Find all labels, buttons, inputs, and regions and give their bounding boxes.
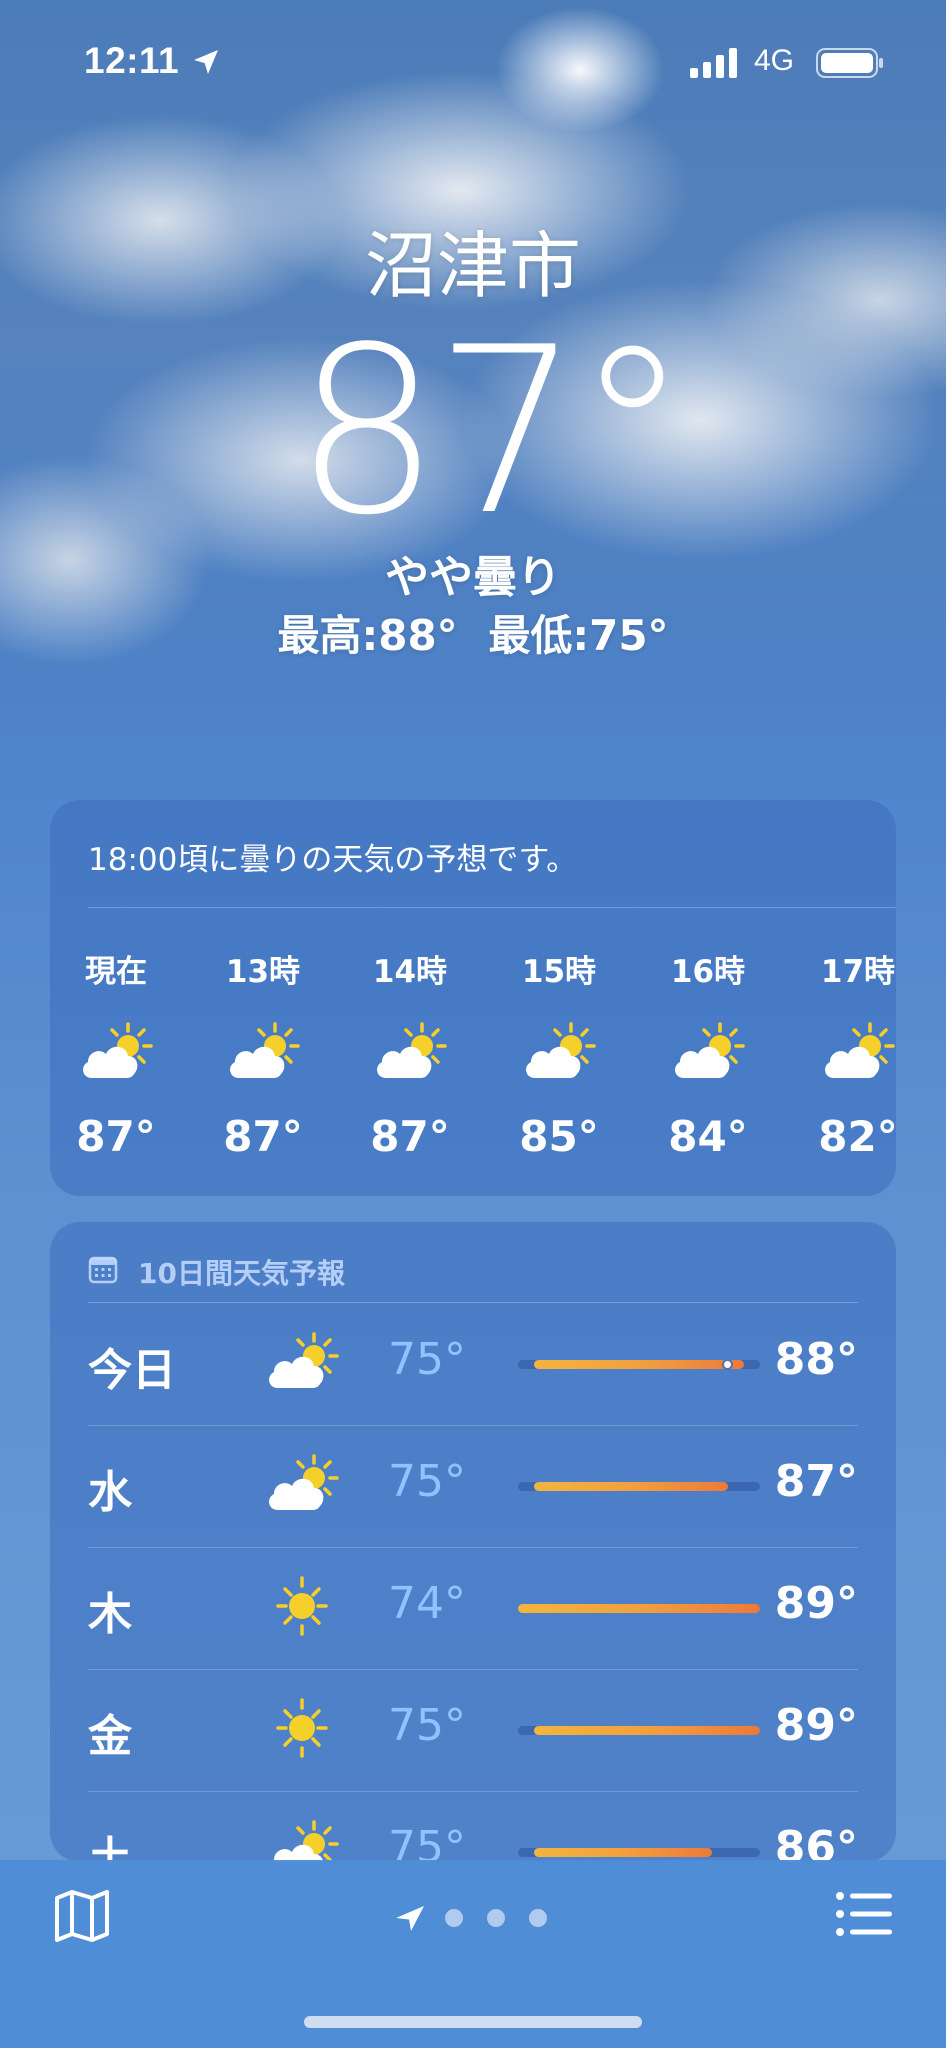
hour-label: 15時 — [521, 954, 597, 990]
page-dot — [445, 1909, 463, 1927]
daily-row[interactable]: 金 75° 89° — [88, 1670, 858, 1792]
temperature-range-fill — [518, 1604, 760, 1613]
partly-cloudy-icon — [78, 1022, 154, 1082]
hour-temperature: 87° — [223, 1112, 303, 1161]
forecast-summary: 18:00頃に曇りの天気の予想です。 — [88, 842, 578, 878]
temperature-range-bar — [518, 1604, 760, 1613]
day-name: 金 — [88, 1711, 132, 1762]
list-icon[interactable] — [836, 1892, 892, 1936]
current-temperature-dot — [721, 1359, 733, 1370]
daily-row[interactable]: 木 74° 89° — [88, 1548, 858, 1670]
partly-cloudy-icon — [264, 1818, 340, 1862]
day-high-temperature: 89° — [774, 1700, 858, 1751]
temperature-range-fill — [534, 1726, 760, 1735]
battery-icon — [816, 48, 883, 78]
divider — [88, 907, 896, 908]
hour-temperature: 87° — [76, 1112, 156, 1161]
bottom-toolbar — [0, 1860, 946, 2048]
temperature-range-fill — [534, 1848, 712, 1857]
page-dot — [487, 1909, 505, 1927]
day-name: 木 — [88, 1589, 132, 1640]
high-low-temperatures: 最高:88° 最低:75° — [0, 608, 946, 664]
location-arrow-icon — [194, 50, 218, 74]
temperature-range-bar — [518, 1848, 760, 1857]
daily-row[interactable]: 今日 75° 88° — [88, 1304, 858, 1426]
network-type: 4G — [754, 44, 795, 77]
hour-temperature: 84° — [668, 1112, 748, 1161]
hour-temperature: 87° — [370, 1112, 450, 1161]
hourly-forecast-card[interactable]: 18:00頃に曇りの天気の予想です。 現在 87° 13時 87° 14時 87° 15時 8… — [50, 800, 896, 1196]
current-location-page-icon — [396, 1906, 424, 1931]
hour-label: 現在 — [85, 954, 147, 990]
partly-cloudy-icon — [670, 1022, 746, 1082]
status-time: 12:11 — [84, 40, 180, 81]
day-low-temperature: 75° — [388, 1700, 466, 1751]
cellular-signal-icon — [690, 48, 737, 78]
hour-label: 16時 — [670, 954, 746, 990]
temperature-range-fill — [534, 1482, 728, 1491]
partly-cloudy-icon — [372, 1022, 448, 1082]
day-high-temperature: 86° — [774, 1822, 858, 1862]
partly-cloudy-icon — [521, 1022, 597, 1082]
hour-temperature: 82° — [818, 1112, 896, 1161]
hour-label: 17時 — [820, 954, 896, 990]
partly-cloudy-icon — [820, 1022, 896, 1082]
hour-label: 14時 — [372, 954, 448, 990]
partly-cloudy-icon — [264, 1452, 340, 1516]
page-indicator[interactable] — [394, 1900, 564, 1932]
current-weather-header: 沼津市 87° やや曇り 最高:88° 最低:75° — [0, 218, 946, 664]
weather-condition: やや曇り — [385, 552, 561, 603]
day-name: 今日 — [88, 1345, 176, 1396]
day-high-temperature: 88° — [774, 1334, 858, 1385]
hour-temperature: 85° — [519, 1112, 599, 1161]
temperature-range-bar — [518, 1359, 760, 1370]
partly-cloudy-icon — [225, 1022, 301, 1082]
day-low-temperature: 75° — [388, 1822, 466, 1862]
partly-cloudy-icon — [264, 1330, 340, 1394]
hour-label: 13時 — [225, 954, 301, 990]
status-bar: 12:11 4G — [0, 0, 946, 120]
daily-forecast-card[interactable]: 10日間天気予報 今日 75° 88° 水 75° 87° 木 74° 89° 金 75° 89° 土 7… — [50, 1222, 896, 1862]
day-low-temperature: 75° — [388, 1334, 466, 1385]
hourly-item: 17時 82° — [798, 946, 896, 1161]
hourly-item: 15時 85° — [499, 946, 619, 1161]
current-temperature: 87° — [294, 299, 690, 566]
page-dot — [529, 1909, 547, 1927]
calendar-icon — [88, 1256, 118, 1284]
temperature-range-fill — [534, 1360, 744, 1369]
divider — [88, 1302, 858, 1303]
low-temperature: 最低:75° — [488, 611, 669, 660]
sun-icon — [264, 1696, 340, 1760]
hourly-item: 現在 87° — [56, 946, 176, 1161]
daily-row[interactable]: 土 75° 86° — [88, 1792, 858, 1862]
day-high-temperature: 89° — [774, 1578, 858, 1629]
day-high-temperature: 87° — [774, 1456, 858, 1507]
temperature-range-bar — [518, 1482, 760, 1491]
hourly-item: 13時 87° — [203, 946, 323, 1161]
day-low-temperature: 74° — [388, 1578, 466, 1629]
home-indicator[interactable] — [304, 2016, 642, 2028]
map-icon[interactable] — [54, 1890, 110, 1942]
hourly-item: 16時 84° — [648, 946, 768, 1161]
day-name: 水 — [88, 1467, 132, 1518]
day-name: 土 — [88, 1833, 132, 1862]
temperature-range-bar — [518, 1726, 760, 1735]
day-low-temperature: 75° — [388, 1456, 466, 1507]
sun-icon — [264, 1574, 340, 1638]
high-temperature: 最高:88° — [277, 611, 458, 660]
daily-row[interactable]: 水 75° 87° — [88, 1426, 858, 1548]
daily-forecast-title: 10日間天気予報 — [138, 1257, 345, 1290]
hourly-item: 14時 87° — [350, 946, 470, 1161]
